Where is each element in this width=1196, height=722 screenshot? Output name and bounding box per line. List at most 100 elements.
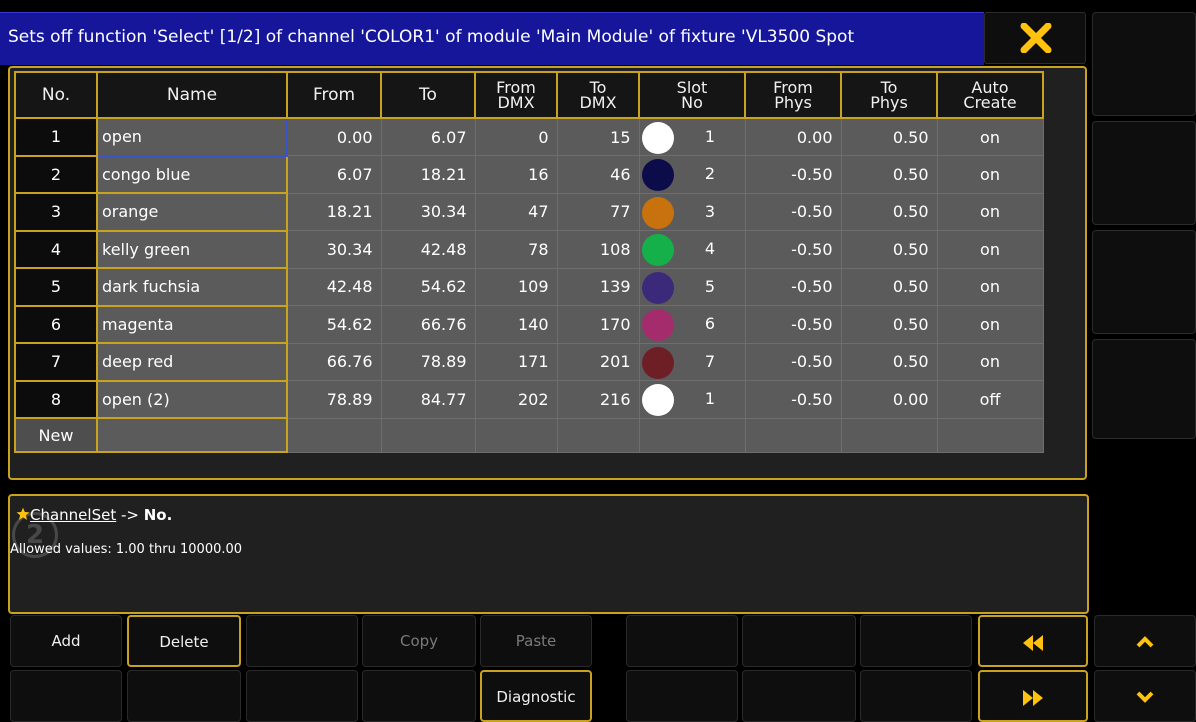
new-row-cell[interactable] (474, 417, 558, 453)
cell-name[interactable]: magenta (96, 304, 288, 344)
empty-button-9[interactable] (626, 670, 738, 722)
side-button-3[interactable] (1092, 230, 1196, 334)
side-button-2[interactable] (1092, 121, 1196, 225)
new-row-cell[interactable] (286, 417, 382, 453)
empty-button-3[interactable] (742, 615, 856, 667)
cell-name[interactable]: open (96, 117, 288, 157)
cell-from-dmx[interactable]: 140 (474, 305, 558, 344)
page-back-button[interactable] (978, 615, 1088, 667)
cell-no[interactable]: 7 (14, 342, 98, 382)
cell-to-dmx[interactable]: 170 (556, 305, 640, 344)
new-row-label[interactable]: New (14, 417, 98, 453)
table-row[interactable]: 4 kelly green 30.34 42.48 78 108 4 -0.50 0.50 on (14, 229, 1044, 269)
new-row-cell[interactable] (744, 417, 842, 453)
column-header[interactable]: To (380, 71, 476, 119)
cell-from[interactable]: 0.00 (286, 117, 382, 156)
column-header[interactable]: Slot No (638, 71, 746, 119)
cell-name[interactable]: congo blue (96, 154, 288, 194)
empty-button-6[interactable] (127, 670, 241, 722)
empty-button-11[interactable] (860, 670, 972, 722)
new-row-cell[interactable] (556, 417, 640, 453)
table-row[interactable]: 2 congo blue 6.07 18.21 16 46 2 -0.50 0.50 on (14, 154, 1044, 194)
cell-name[interactable]: deep red (96, 342, 288, 382)
add-button[interactable]: Add (10, 615, 122, 667)
table-row[interactable]: 1 open 0.00 6.07 0 15 1 0.00 0.50 on (14, 117, 1044, 157)
cell-from-phys[interactable]: -0.50 (744, 380, 842, 419)
cell-auto-create[interactable]: on (936, 117, 1044, 156)
empty-button-7[interactable] (246, 670, 358, 722)
new-row[interactable]: New (14, 417, 1044, 453)
empty-button-1[interactable] (246, 615, 358, 667)
cell-from-dmx[interactable]: 171 (474, 342, 558, 381)
column-header[interactable]: To DMX (556, 71, 640, 119)
cell-from-dmx[interactable]: 202 (474, 380, 558, 419)
cell-from[interactable]: 66.76 (286, 342, 382, 381)
cell-slot[interactable]: 4 (638, 230, 746, 269)
table-row[interactable]: 3 orange 18.21 30.34 47 77 3 -0.50 0.50 on (14, 192, 1044, 232)
column-header[interactable]: Name (96, 71, 288, 119)
cell-auto-create[interactable]: off (936, 380, 1044, 419)
cell-to[interactable]: 18.21 (380, 155, 476, 194)
cell-to[interactable]: 54.62 (380, 267, 476, 306)
cell-auto-create[interactable]: on (936, 305, 1044, 344)
table-row[interactable]: 7 deep red 66.76 78.89 171 201 7 -0.50 0.50 on (14, 342, 1044, 382)
scroll-down-button[interactable] (1094, 670, 1196, 722)
cell-to-dmx[interactable]: 201 (556, 342, 640, 381)
cell-no[interactable]: 6 (14, 304, 98, 344)
cell-slot[interactable]: 5 (638, 267, 746, 306)
cell-no[interactable]: 1 (14, 117, 98, 157)
cell-no[interactable]: 5 (14, 267, 98, 307)
table-row[interactable]: 6 magenta 54.62 66.76 140 170 6 -0.50 0.50 on (14, 304, 1044, 344)
cell-from[interactable]: 78.89 (286, 380, 382, 419)
cell-to-phys[interactable]: 0.50 (840, 192, 938, 231)
column-header[interactable]: No. (14, 71, 98, 119)
cell-to-phys[interactable]: 0.50 (840, 155, 938, 194)
empty-button-2[interactable] (626, 615, 738, 667)
cell-from[interactable]: 54.62 (286, 305, 382, 344)
cell-slot[interactable]: 1 (638, 380, 746, 419)
column-header[interactable]: To Phys (840, 71, 938, 119)
cell-from-phys[interactable]: -0.50 (744, 155, 842, 194)
cell-to[interactable]: 6.07 (380, 117, 476, 156)
new-row-cell[interactable] (380, 417, 476, 453)
cell-from-phys[interactable]: 0.00 (744, 117, 842, 156)
cell-to-dmx[interactable]: 77 (556, 192, 640, 231)
scroll-up-button[interactable] (1094, 615, 1196, 667)
cell-no[interactable]: 2 (14, 154, 98, 194)
cell-from-phys[interactable]: -0.50 (744, 230, 842, 269)
table-row[interactable]: 5 dark fuchsia 42.48 54.62 109 139 5 -0.50 0.50 o… (14, 267, 1044, 307)
cell-from-dmx[interactable]: 109 (474, 267, 558, 306)
new-row-cell[interactable] (96, 417, 288, 453)
cell-to[interactable]: 42.48 (380, 230, 476, 269)
cell-to-phys[interactable]: 0.50 (840, 342, 938, 381)
cell-auto-create[interactable]: on (936, 192, 1044, 231)
paste-button[interactable]: Paste (480, 615, 592, 667)
cell-from[interactable]: 30.34 (286, 230, 382, 269)
cell-from[interactable]: 18.21 (286, 192, 382, 231)
cell-auto-create[interactable]: on (936, 230, 1044, 269)
cell-to-dmx[interactable]: 46 (556, 155, 640, 194)
cell-no[interactable]: 4 (14, 229, 98, 269)
column-header[interactable]: From (286, 71, 382, 119)
empty-button-4[interactable] (860, 615, 972, 667)
cell-to[interactable]: 78.89 (380, 342, 476, 381)
cell-slot[interactable]: 2 (638, 155, 746, 194)
cell-from-phys[interactable]: -0.50 (744, 342, 842, 381)
new-row-cell[interactable] (638, 417, 746, 453)
cell-to-phys[interactable]: 0.50 (840, 267, 938, 306)
cell-name[interactable]: open (2) (96, 379, 288, 419)
cell-name[interactable]: kelly green (96, 229, 288, 269)
cell-no[interactable]: 3 (14, 192, 98, 232)
column-header[interactable]: From Phys (744, 71, 842, 119)
cell-from-dmx[interactable]: 16 (474, 155, 558, 194)
cell-auto-create[interactable]: on (936, 342, 1044, 381)
cell-auto-create[interactable]: on (936, 155, 1044, 194)
cell-to-dmx[interactable]: 216 (556, 380, 640, 419)
close-button[interactable] (984, 12, 1086, 64)
side-button-1[interactable] (1092, 12, 1196, 116)
cell-to-dmx[interactable]: 15 (556, 117, 640, 156)
cell-name[interactable]: dark fuchsia (96, 267, 288, 307)
cell-to[interactable]: 84.77 (380, 380, 476, 419)
cell-from-phys[interactable]: -0.50 (744, 267, 842, 306)
cell-slot[interactable]: 1 (638, 117, 746, 156)
